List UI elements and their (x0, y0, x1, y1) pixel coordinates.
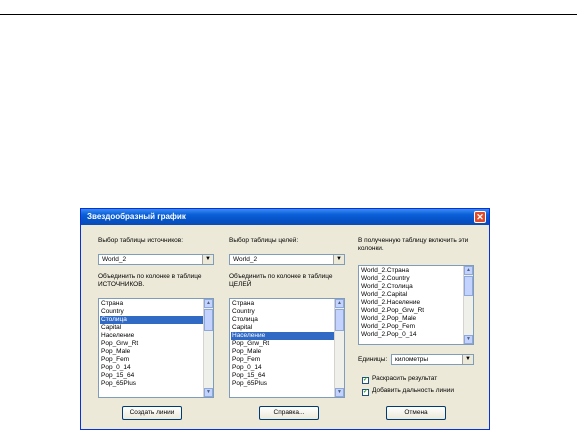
chevron-down-icon[interactable]: ▼ (202, 255, 213, 264)
scroll-thumb[interactable] (335, 309, 344, 331)
list-item[interactable]: World_2.Pop_Fem (360, 323, 463, 331)
list-item[interactable]: Pop_Grw_Rt (231, 340, 334, 348)
add-distance-checkbox[interactable]: ✓ Добавить дальность линии (362, 387, 454, 396)
scroll-thumb[interactable] (464, 276, 473, 296)
list-item[interactable]: Население (100, 332, 203, 340)
colorize-checkbox[interactable]: ✓ Раскрасить результат (362, 375, 437, 384)
units-select[interactable]: километры ▼ (391, 354, 474, 365)
list-item[interactable]: Столица (231, 316, 334, 324)
include-scrollbar[interactable]: ▲ ▼ (463, 266, 473, 344)
create-lines-button[interactable]: Создать линии (122, 406, 182, 420)
list-item[interactable]: World_2.Pop_Grw_Rt (360, 307, 463, 315)
dialog-title: Звездообразный график (87, 212, 186, 221)
source-scrollbar[interactable]: ▲ ▼ (203, 299, 213, 397)
include-columns-list[interactable]: World_2.Страна World_2.Country World_2.Сто… (358, 265, 474, 345)
include-columns-label: В полученную таблицу включить эти колонк… (358, 237, 469, 252)
source-table-value: World_2 (102, 256, 127, 263)
target-columns-list[interactable]: Страна Country Столица Capital Население Pop_… (229, 298, 345, 398)
list-item[interactable]: Население (231, 332, 334, 340)
source-join-label: Объединить по колонке в таблице ИСТОЧНИК… (98, 273, 202, 288)
list-item[interactable]: World_2.Pop_Male (360, 315, 463, 323)
scroll-down-icon[interactable]: ▼ (204, 388, 213, 397)
scroll-up-icon[interactable]: ▲ (204, 299, 213, 308)
scroll-up-icon[interactable]: ▲ (464, 266, 473, 275)
list-item[interactable]: World_2.Pop_0_14 (360, 331, 463, 339)
source-table-label: Выбор таблицы источников: (98, 237, 183, 244)
target-columns-items: Страна Country Столица Capital Население Pop_… (231, 300, 334, 388)
list-item[interactable]: Pop_Male (231, 348, 334, 356)
list-item[interactable]: Pop_Fem (100, 356, 203, 364)
list-item[interactable]: World_2.Capital (360, 291, 463, 299)
target-join-label: Объединить по колонке в таблице ЦЕЛЕЙ (229, 273, 333, 288)
list-item[interactable]: Pop_Grw_Rt (100, 340, 203, 348)
list-item[interactable]: Страна (100, 300, 203, 308)
list-item[interactable]: Country (100, 308, 203, 316)
chevron-down-icon[interactable]: ▼ (462, 355, 473, 364)
top-divider (0, 14, 577, 15)
target-table-select[interactable]: World_2 ▼ (229, 254, 345, 265)
list-item[interactable]: Pop_15_64 (100, 372, 203, 380)
source-table-select[interactable]: World_2 ▼ (98, 254, 214, 265)
units-label: Единицы: (358, 356, 388, 363)
cancel-button[interactable]: Отмена (386, 406, 446, 420)
list-item[interactable]: Pop_0_14 (100, 364, 203, 372)
title-bar[interactable]: Звездообразный график ✕ (81, 209, 489, 225)
list-item[interactable]: Столица (100, 316, 203, 324)
list-item[interactable]: Capital (100, 324, 203, 332)
list-item[interactable]: Pop_65Plus (231, 380, 334, 388)
list-item[interactable]: World_2.Столица (360, 283, 463, 291)
list-item[interactable]: World_2.Страна (360, 267, 463, 275)
colorize-label: Раскрасить результат (372, 375, 438, 382)
close-button[interactable]: ✕ (474, 211, 486, 223)
list-item[interactable]: World_2.Население (360, 299, 463, 307)
list-item[interactable]: Pop_Fem (231, 356, 334, 364)
checkmark-icon[interactable]: ✓ (362, 389, 369, 396)
list-item[interactable]: Pop_65Plus (100, 380, 203, 388)
target-table-value: World_2 (233, 256, 258, 263)
list-item[interactable]: Country (231, 308, 334, 316)
list-item[interactable]: Страна (231, 300, 334, 308)
target-scrollbar[interactable]: ▲ ▼ (334, 299, 344, 397)
scroll-thumb[interactable] (204, 309, 213, 331)
chevron-down-icon[interactable]: ▼ (333, 255, 344, 264)
list-item[interactable]: World_2.Country (360, 275, 463, 283)
include-columns-items: World_2.Страна World_2.Country World_2.Сто… (360, 267, 463, 339)
checkmark-icon[interactable]: ✓ (362, 377, 369, 384)
units-value: километры (395, 356, 429, 363)
list-item[interactable]: Pop_Male (100, 348, 203, 356)
list-item[interactable]: Capital (231, 324, 334, 332)
star-chart-dialog: Звездообразный график ✕ Выбор таблицы ис… (80, 208, 490, 430)
source-columns-list[interactable]: Страна Country Столица Capital Население Pop_… (98, 298, 214, 398)
help-button[interactable]: Справка... (259, 406, 319, 420)
scroll-down-icon[interactable]: ▼ (335, 388, 344, 397)
list-item[interactable]: Pop_0_14 (231, 364, 334, 372)
target-table-label: Выбор таблицы целей: (229, 237, 299, 244)
add-distance-label: Добавить дальность линии (372, 387, 455, 394)
list-item[interactable]: Pop_15_64 (231, 372, 334, 380)
scroll-up-icon[interactable]: ▲ (335, 299, 344, 308)
scroll-down-icon[interactable]: ▼ (464, 335, 473, 344)
source-columns-items: Страна Country Столица Capital Население Pop_… (100, 300, 203, 388)
close-icon: ✕ (476, 212, 484, 222)
